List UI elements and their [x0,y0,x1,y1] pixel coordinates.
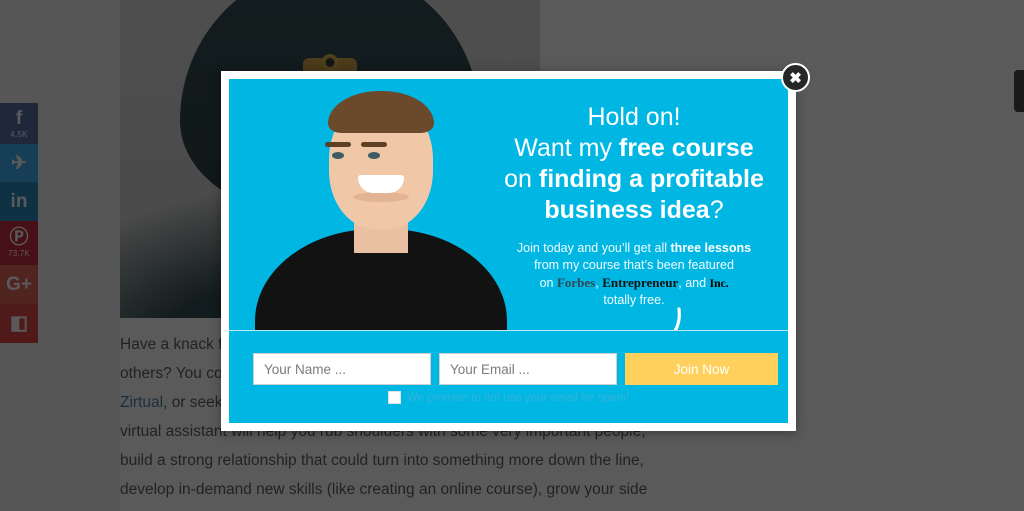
subtext-line-3: on Forbes, Entrepreneur, and Inc. [484,274,784,292]
headshot-brow-right [361,142,387,147]
optin-subtext: Join today and you’ll get all three less… [484,240,784,309]
email-input[interactable] [439,353,617,385]
subtext-line-1-plain: Join today and you’ll get all [516,241,671,255]
headline-line-3: on finding a profitable [484,164,784,195]
subtext-line-3-prefix: on [539,276,557,290]
author-headshot [251,91,511,345]
headline-line-4-bold: business idea [544,196,710,224]
headline-line-2-bold: free course [618,134,754,162]
brand-forbes: Forbes [556,275,596,290]
headline-line-4-plain: ? [709,196,724,224]
spam-promise-checkbox[interactable] [387,391,401,404]
optin-form: Join Now We promise to not use your emai… [229,330,788,423]
join-now-button[interactable]: Join Now [625,353,778,385]
spam-promise-label: We promise to not use your email for spa… [406,391,630,404]
headline-line-3-bold: finding a profitable [538,165,764,193]
subtext-line-1: Join today and you’ll get all three less… [484,240,784,257]
headline-line-4: business idea? [484,195,784,226]
headline-line-2: Want my free course [484,133,784,164]
optin-modal-inner: Hold on! Want my free course on finding … [229,79,788,423]
optin-modal-top: Hold on! Want my free course on finding … [229,79,788,347]
spam-promise-row: We promise to not use your email for spa… [229,391,788,404]
optin-copy-block: Hold on! Want my free course on finding … [484,101,784,309]
headshot-mouth-shadow [353,192,409,202]
headshot-smile [358,175,404,193]
optin-form-row: Join Now [253,353,778,385]
headshot-eye-left [332,152,344,159]
brand-inc: Inc. [709,276,729,290]
brand-entrepreneur: Entrepreneur [602,275,679,290]
headshot-brow-left [325,142,351,147]
screenshot-root: Have a knack for staying organized? Deta… [0,0,1024,511]
brand-sep-2: , and [678,276,710,290]
headline-line-2-plain: Want my [514,134,619,162]
headline-line-1: Hold on! [587,103,681,131]
headline-line-3-plain: on [504,165,539,193]
optin-modal: Hold on! Want my free course on finding … [221,71,796,431]
subtext-line-2: from my course that’s been featured [534,258,734,272]
headshot-hair [328,91,434,133]
name-input[interactable] [253,353,431,385]
headshot-eye-right [368,152,380,159]
close-icon[interactable]: ✖ [781,63,810,92]
subtext-line-1-bold: three lessons [670,241,752,255]
subtext-line-4: totally free. [603,293,665,307]
